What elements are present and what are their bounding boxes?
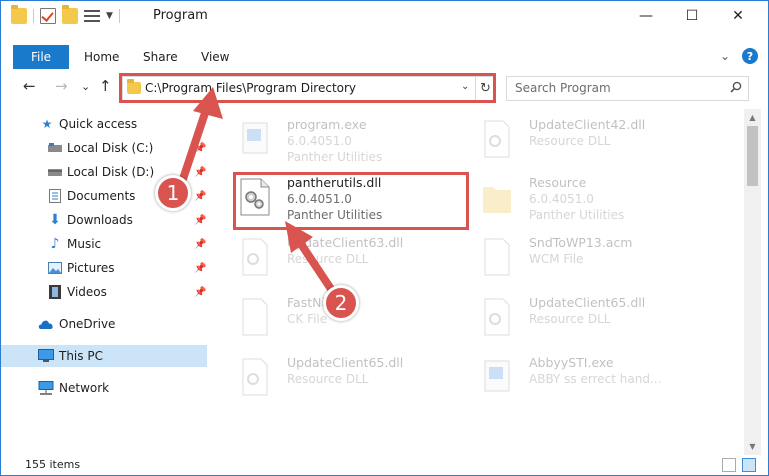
explorer-window: ▼ Program — ☐ ✕ File Home Share View ⌄ ?…	[0, 0, 769, 476]
step2-badge: 2	[323, 285, 359, 321]
step1-badge: 1	[155, 175, 191, 211]
step1-arrowhead	[193, 87, 223, 119]
step1-arrow	[179, 109, 209, 183]
step2-arrow	[295, 237, 335, 293]
annotation-arrows	[179, 87, 335, 293]
